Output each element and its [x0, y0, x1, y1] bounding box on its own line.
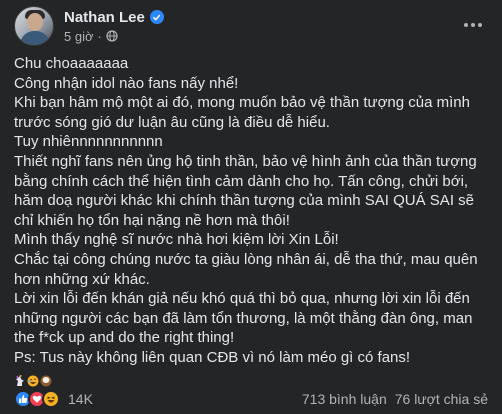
post-stats: 713 bình luận 76 lượt chia sẻ	[302, 391, 488, 407]
reaction-count[interactable]: 14K	[68, 391, 93, 407]
comments-count-link[interactable]: 713 bình luận	[302, 391, 387, 407]
post-header: Nathan Lee 5 giờ ·	[14, 4, 488, 48]
more-options-button[interactable]	[458, 10, 488, 40]
post-line: hăm doạ người khác khi chính thần tượng …	[14, 192, 474, 210]
post-line: Chắc tại công chúng nước ta giàu lòng nh…	[14, 250, 478, 268]
rofl-emoji-icon	[27, 373, 39, 386]
post-line: Công nhận idol nào fans nấy nhể!	[14, 74, 239, 92]
post-line: Chu choaaaaaaa	[14, 55, 129, 72]
verified-badge-icon	[149, 10, 164, 24]
shares-count-link[interactable]: 76 lượt chia sẻ	[395, 391, 488, 407]
emoji-line	[14, 373, 492, 386]
post-line: Thiết nghĩ fans nên ủng hộ tinh thần, bả…	[14, 152, 477, 170]
post-line: hơn những xứ khác.	[14, 270, 150, 288]
post-body: Chu choaaaaaaa Công nhận idol nào fans n…	[14, 54, 492, 386]
time-separator: ·	[97, 28, 102, 44]
avatar[interactable]	[14, 6, 54, 46]
haha-icon	[42, 390, 60, 408]
globe-icon	[106, 30, 118, 42]
post-line: trước sóng gió dư luận âu cũng là điều d…	[14, 113, 330, 131]
post-line: Lời xin lỗi đến khán giả nếu khó quá thì…	[14, 290, 470, 308]
unicorn-emoji-icon	[14, 373, 26, 386]
author-name[interactable]: Nathan Lee	[64, 9, 145, 26]
post-line: Ps: Tus này không liên quan CĐB vì nó là…	[14, 348, 411, 366]
post-line: những người các bạn đã làm tổn thương, l…	[14, 309, 473, 327]
post-line: Khi bạn hâm mộ một ai đó, mong muốn bảo …	[14, 94, 470, 112]
post-time[interactable]: 5 giờ	[64, 29, 94, 44]
post-line: Tuy nhiênnnnnnnnnnn	[14, 133, 163, 151]
coconut-emoji-icon	[40, 373, 52, 386]
reactions[interactable]: 14K	[14, 390, 93, 408]
post-line: the f*ck up and do the right thing!	[14, 329, 235, 347]
author-meta: Nathan Lee 5 giờ ·	[64, 9, 164, 44]
post-footer: 14K 713 bình luận 76 lượt chia sẻ	[14, 388, 488, 410]
post-line: chỉ khiến họ tổn hại nặng nề hơn mà thôi…	[14, 211, 290, 229]
post-line: bằng chính cách thể hiện tình cảm dành c…	[14, 172, 469, 190]
post-line: Mình thấy nghệ sĩ nước nhà hơi kiệm lời …	[14, 231, 339, 249]
